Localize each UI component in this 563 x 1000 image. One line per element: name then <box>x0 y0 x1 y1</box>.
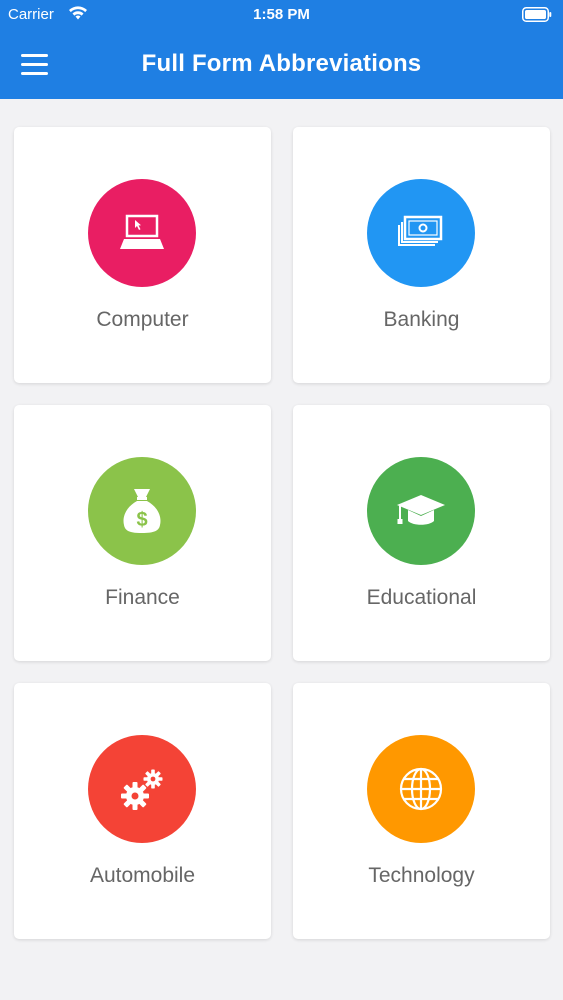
laptop-icon <box>120 214 164 249</box>
category-icon-circle <box>367 735 475 843</box>
battery-icon <box>522 7 552 22</box>
category-label: Technology <box>368 864 475 887</box>
navigation-bar: Full Form Abbreviations <box>0 30 563 99</box>
app-header: Carrier 1:58 PM Full Form Abbreviations <box>0 0 563 99</box>
category-card-automobile[interactable]: Automobile <box>14 683 271 939</box>
category-card-finance[interactable]: $ Finance <box>14 405 271 661</box>
graduation-cap-icon <box>397 495 445 525</box>
clock: 1:58 PM <box>253 6 310 23</box>
category-icon-circle <box>367 179 475 287</box>
category-card-computer[interactable]: Computer <box>14 127 271 383</box>
category-label: Educational <box>366 586 477 609</box>
category-label: Computer <box>96 308 189 331</box>
globe-icon <box>399 767 443 811</box>
cash-stack-icon <box>398 215 443 246</box>
category-label: Automobile <box>89 864 196 887</box>
category-icon-circle <box>88 735 196 843</box>
status-bar: Carrier 1:58 PM <box>0 0 563 30</box>
category-card-educational[interactable]: Educational <box>293 405 550 661</box>
gears-icon <box>121 769 163 810</box>
svg-text:$: $ <box>136 509 147 531</box>
page-title: Full Form Abbreviations <box>141 50 422 77</box>
category-icon-circle <box>88 179 196 287</box>
money-bag-icon: $ <box>123 489 161 533</box>
category-label: Finance <box>105 586 180 609</box>
category-label: Banking <box>383 308 460 331</box>
category-card-technology[interactable]: Technology <box>293 683 550 939</box>
category-icon-circle <box>367 457 475 565</box>
category-icon-circle: $ <box>88 457 196 565</box>
category-grid: Computer Banking $ Finance Educational A… <box>14 127 550 939</box>
category-card-banking[interactable]: Banking <box>293 127 550 383</box>
